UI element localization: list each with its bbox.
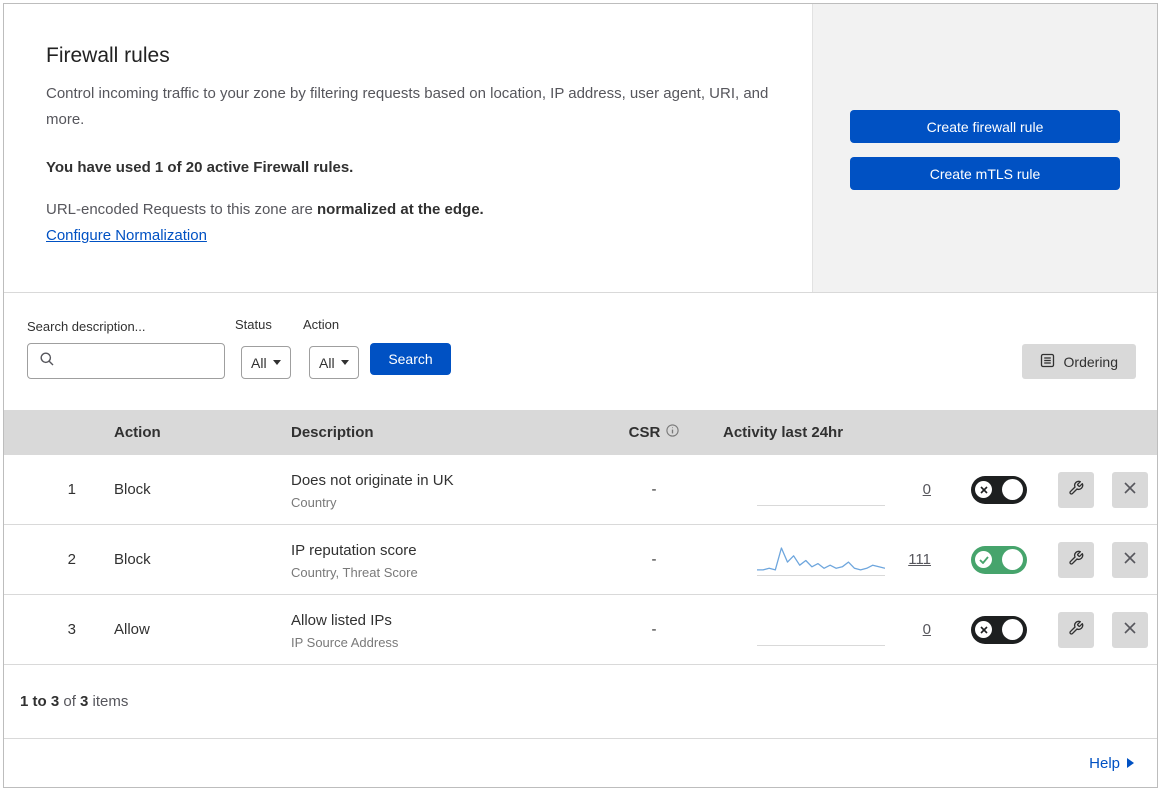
page-title: Firewall rules <box>46 44 170 67</box>
activity-sparkline <box>757 614 885 646</box>
rule-action: Allow <box>114 621 150 638</box>
ordering-button[interactable]: Ordering <box>1021 344 1136 379</box>
rule-action: Block <box>114 551 151 568</box>
activity-count-link[interactable]: 0 <box>899 481 931 498</box>
rule-description: Does not originate in UK <box>291 471 454 489</box>
toggle-knob <box>1002 479 1023 500</box>
help-link[interactable]: Help <box>1089 755 1134 772</box>
rule-activity-cell: 0 <box>709 474 949 506</box>
search-button[interactable]: Search <box>370 343 451 375</box>
rule-csr: - <box>651 621 657 638</box>
ordering-icon <box>1040 353 1055 371</box>
toggle-knob <box>1002 619 1023 640</box>
action-filter-label: Action <box>303 317 340 332</box>
check-icon <box>975 551 992 568</box>
search-text-input[interactable] <box>63 353 213 369</box>
of-text: of <box>59 693 81 710</box>
activity-count-link[interactable]: 111 <box>899 551 931 568</box>
rule-criteria: Country <box>291 494 337 510</box>
arrow-right-icon <box>1127 758 1134 768</box>
create-firewall-rule-button[interactable]: Create firewall rule <box>850 110 1120 143</box>
edit-rule-button[interactable] <box>1058 611 1094 648</box>
help-label: Help <box>1089 754 1120 772</box>
rule-csr: - <box>651 551 657 568</box>
close-icon <box>1123 621 1137 638</box>
search-input[interactable] <box>27 343 225 379</box>
activity-sparkline <box>757 474 885 506</box>
usage-summary: You have used 1 of 20 active Firewall ru… <box>46 159 354 176</box>
rule-priority: 3 <box>67 621 76 638</box>
rule-activity-cell: 111 <box>709 544 949 576</box>
rule-description-cell: IP reputation score Country, Threat Scor… <box>269 540 599 580</box>
x-icon <box>975 481 992 498</box>
edit-rule-button[interactable] <box>1058 471 1094 508</box>
rule-action: Block <box>114 481 151 498</box>
rule-priority: 2 <box>67 551 76 568</box>
firewall-rules-page: Firewall rules Control incoming traffic … <box>3 3 1158 788</box>
configure-normalization-link[interactable]: Configure Normalization <box>46 227 207 244</box>
activity-sparkline <box>757 544 885 576</box>
csr-column-header: CSR <box>599 424 709 441</box>
hero-section: Firewall rules Control incoming traffic … <box>4 4 1157 293</box>
rule-description: Allow listed IPs <box>291 611 392 629</box>
csr-header-label: CSR <box>628 424 661 441</box>
action-filter-select[interactable]: All <box>309 346 359 379</box>
status-filter-label: Status <box>235 317 272 332</box>
table-row: 2 Block IP reputation score Country, Thr… <box>4 525 1157 595</box>
normalization-note: URL-encoded Requests to this zone are no… <box>46 201 772 218</box>
table-row: 1 Block Does not originate in UK Country… <box>4 455 1157 525</box>
wrench-icon <box>1068 550 1084 569</box>
page-description: Control incoming traffic to your zone by… <box>46 85 769 128</box>
help-bar: Help <box>4 739 1157 787</box>
rule-description-cell: Does not originate in UK Country <box>269 470 599 510</box>
rule-criteria: Country, Threat Score <box>291 564 418 580</box>
table-header-row: Action Description CSR Activity last 24h… <box>4 410 1157 455</box>
rule-enabled-toggle[interactable] <box>971 545 1027 574</box>
action-column-header: Action <box>114 424 161 441</box>
delete-rule-button[interactable] <box>1112 471 1148 508</box>
table-row: 3 Allow Allow listed IPs IP Source Addre… <box>4 595 1157 665</box>
close-icon <box>1123 551 1137 568</box>
description-column-header: Description <box>291 424 374 441</box>
normalization-prefix: URL-encoded Requests to this zone are <box>46 201 317 218</box>
rule-enabled-toggle[interactable] <box>971 475 1027 504</box>
normalization-bold: normalized at the edge. <box>317 201 484 218</box>
x-icon <box>975 621 992 638</box>
rule-priority: 1 <box>67 481 76 498</box>
toggle-knob <box>1002 549 1023 570</box>
close-icon <box>1123 481 1137 498</box>
action-filter-value: All <box>319 354 335 371</box>
hero-text-block: Firewall rules Control incoming traffic … <box>4 4 812 292</box>
rule-description: IP reputation score <box>291 541 417 559</box>
hero-actions-panel: Create firewall rule Create mTLS rule <box>812 4 1157 292</box>
create-mtls-rule-button[interactable]: Create mTLS rule <box>850 157 1120 190</box>
chevron-down-icon <box>340 360 349 365</box>
items-text: items <box>88 693 129 710</box>
rule-activity-cell: 0 <box>709 614 949 646</box>
search-icon <box>39 351 55 372</box>
rule-enabled-toggle[interactable] <box>971 615 1027 644</box>
activity-column-header: Activity last 24hr <box>709 424 949 441</box>
rule-criteria: IP Source Address <box>291 634 399 650</box>
edit-rule-button[interactable] <box>1058 541 1094 578</box>
items-range: 1 to 3 <box>20 693 60 710</box>
delete-rule-button[interactable] <box>1112 541 1148 578</box>
activity-header-label: Activity last 24hr <box>723 424 844 441</box>
chevron-down-icon <box>272 360 281 365</box>
status-filter-value: All <box>251 354 267 371</box>
rule-csr: - <box>651 481 657 498</box>
pagination-summary: 1 to 3 of 3 items <box>4 665 1157 739</box>
search-label: Search description... <box>27 319 146 334</box>
info-icon[interactable] <box>666 424 679 441</box>
ordering-button-label: Ordering <box>1063 353 1118 370</box>
status-filter-select[interactable]: All <box>241 346 291 379</box>
filters-bar: Search description... Status All Action … <box>4 293 1157 410</box>
delete-rule-button[interactable] <box>1112 611 1148 648</box>
activity-count-link[interactable]: 0 <box>899 621 931 638</box>
wrench-icon <box>1068 620 1084 639</box>
wrench-icon <box>1068 480 1084 499</box>
rule-description-cell: Allow listed IPs IP Source Address <box>269 610 599 650</box>
